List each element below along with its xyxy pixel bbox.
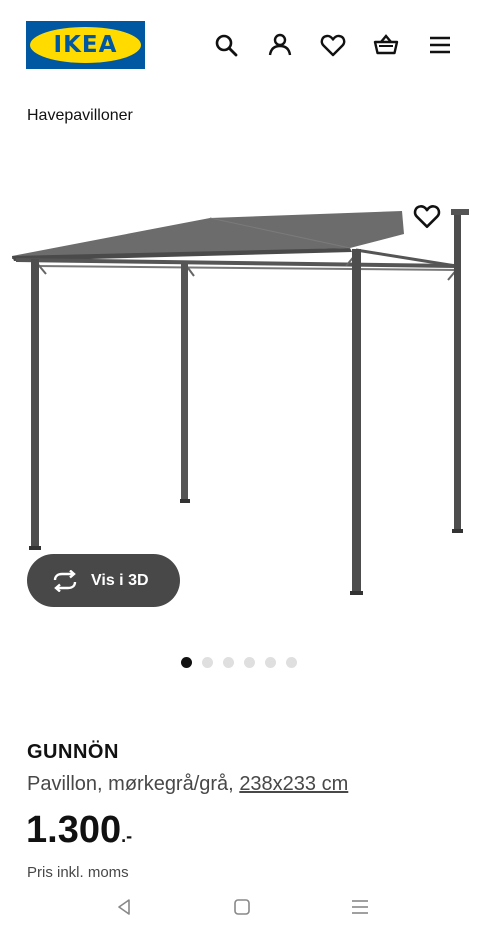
back-icon[interactable]: [113, 896, 135, 918]
user-icon[interactable]: [266, 31, 294, 59]
product-description: Pavillon, mørkegrå/grå, 238x233 cm: [27, 773, 348, 796]
logo-text: IKEA: [53, 32, 118, 58]
post-cap: [451, 209, 469, 215]
ikea-logo[interactable]: IKEA: [26, 21, 145, 69]
pavilion-post: [352, 249, 361, 594]
product-dimensions-link[interactable]: 238x233 cm: [239, 773, 348, 795]
post-foot: [350, 591, 363, 595]
gallery-dot[interactable]: [202, 657, 213, 668]
rotate-3d-icon: [53, 569, 77, 592]
product-name: GUNNÖN: [27, 741, 119, 763]
gallery-dot[interactable]: [265, 657, 276, 668]
site-header: IKEA: [0, 0, 480, 90]
system-navigation-bar: [0, 878, 480, 936]
home-icon[interactable]: [231, 896, 253, 918]
price-integer: 1.300: [26, 809, 122, 851]
price-suffix: .-: [121, 826, 133, 846]
post-foot: [180, 499, 190, 503]
gallery-pagination: [181, 657, 307, 669]
gallery-dot[interactable]: [181, 657, 192, 668]
post-foot: [29, 546, 41, 550]
view-in-3d-button[interactable]: Vis i 3D: [27, 554, 180, 607]
menu-icon[interactable]: [426, 31, 454, 59]
recents-icon[interactable]: [349, 896, 371, 918]
view-in-3d-label: Vis i 3D: [91, 571, 149, 589]
product-price: 1.300.-: [26, 809, 132, 852]
gallery-dot[interactable]: [223, 657, 234, 668]
front-beam: [15, 258, 457, 268]
pavilion-post: [181, 262, 188, 502]
search-icon[interactable]: [212, 31, 240, 59]
breadcrumb[interactable]: Havepavilloner: [27, 107, 133, 125]
post-foot: [452, 529, 463, 533]
add-to-favourites-icon[interactable]: [411, 201, 443, 231]
pavilion-post: [31, 259, 39, 549]
basket-icon[interactable]: [372, 31, 400, 59]
product-description-text: Pavillon, mørkegrå/grå,: [27, 773, 234, 795]
heart-icon[interactable]: [319, 31, 347, 59]
pavilion-post: [454, 212, 461, 532]
gallery-dot[interactable]: [244, 657, 255, 668]
gallery-dot[interactable]: [286, 657, 297, 668]
